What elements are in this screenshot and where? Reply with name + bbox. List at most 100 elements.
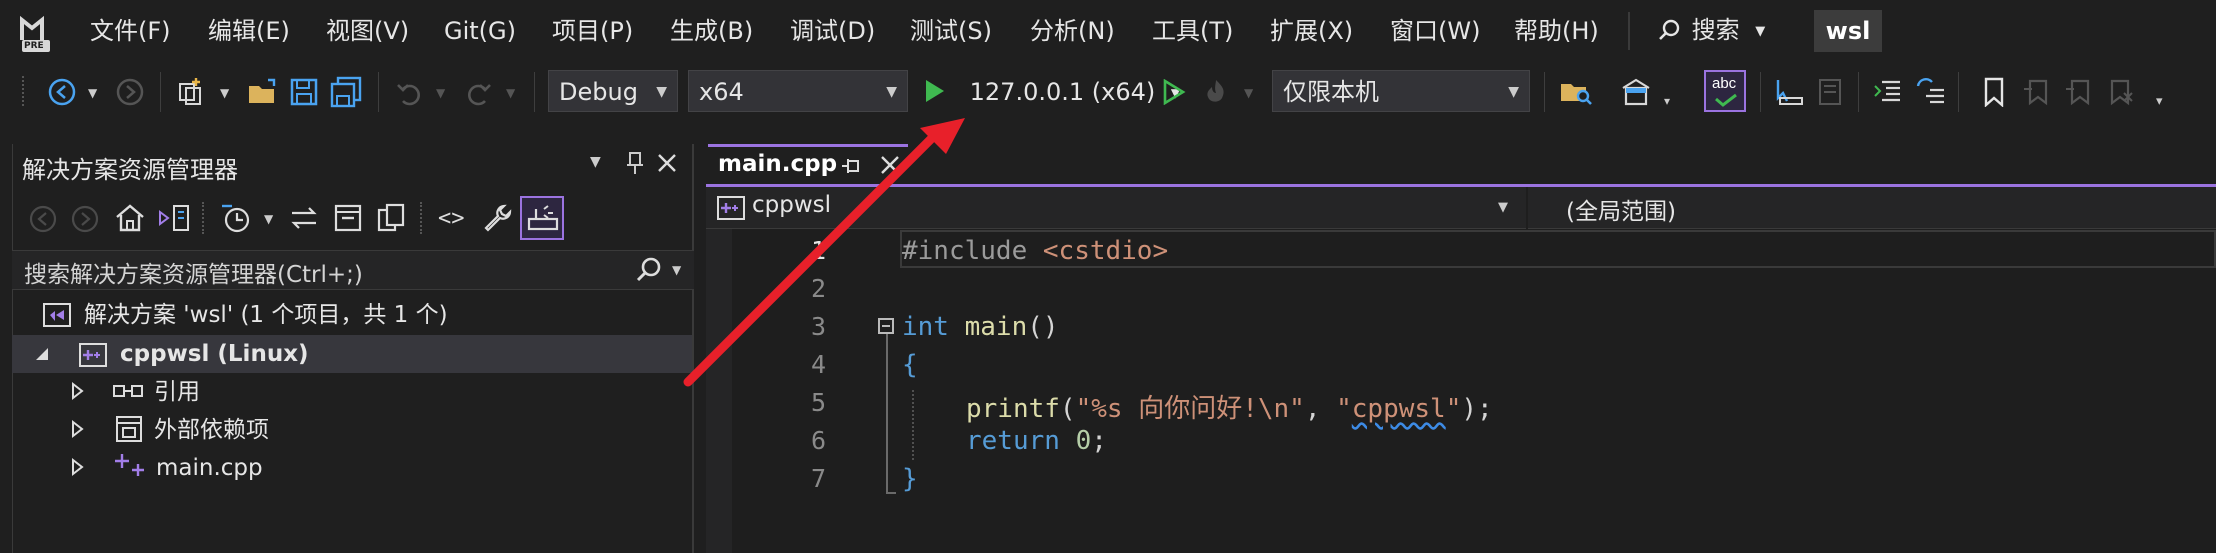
chevron-down-icon[interactable]: ▼: [506, 86, 515, 100]
menu-debug[interactable]: 调试(D): [786, 14, 879, 48]
menu-file[interactable]: 文件(F): [86, 14, 175, 48]
indent-icon[interactable]: [1912, 74, 1948, 110]
sync-with-document-icon[interactable]: [288, 202, 320, 234]
chevron-down-icon: ▼: [886, 84, 897, 100]
redo-icon[interactable]: [460, 74, 496, 110]
tab-main-cpp[interactable]: main.cpp: [708, 144, 908, 186]
code-line-6: return 0;: [966, 426, 1107, 456]
save-all-icon[interactable]: [328, 74, 364, 110]
collapsed-triangle-icon[interactable]: [70, 380, 84, 402]
open-folder-icon[interactable]: [244, 74, 280, 110]
start-without-debugging-icon[interactable]: [1156, 74, 1192, 110]
menu-tools[interactable]: 工具(T): [1148, 14, 1237, 48]
line-number: 6: [810, 426, 826, 455]
global-search-button[interactable]: 搜索 ▼: [1658, 12, 1765, 48]
solution-platform-dropdown[interactable]: x64 ▼: [688, 70, 908, 112]
preview-selected-items-toggle[interactable]: [520, 196, 564, 240]
chevron-down-icon[interactable]: ▼: [1498, 200, 1508, 215]
menu-window[interactable]: 窗口(W): [1386, 14, 1484, 48]
menu-git[interactable]: Git(G): [440, 14, 520, 48]
select-icon[interactable]: [1770, 74, 1806, 110]
start-debugging-button[interactable]: 127.0.0.1 (x64) ▼: [924, 72, 1180, 112]
menu-view[interactable]: 视图(V): [322, 14, 413, 48]
chevron-down-icon[interactable]: ▼: [672, 263, 681, 277]
navigate-back-icon[interactable]: [44, 74, 80, 110]
view-code-icon[interactable]: <>: [438, 206, 465, 231]
solution-name-badge[interactable]: wsl: [1814, 10, 1882, 52]
menu-edit[interactable]: 编辑(E): [204, 14, 294, 48]
panel-menu-chevron-icon[interactable]: ▼: [590, 154, 601, 170]
project-icon: [78, 340, 108, 370]
chevron-down-icon[interactable]: ▼: [264, 212, 273, 226]
toolbar-separator: [1760, 72, 1761, 112]
menu-help[interactable]: 帮助(H): [1510, 14, 1603, 48]
outdent-icon[interactable]: [1870, 74, 1906, 110]
menu-analyze[interactable]: 分析(N): [1026, 14, 1119, 48]
toolbar-separator: [534, 72, 535, 112]
tree-solution-label[interactable]: 解决方案 'wsl' (1 个项目，共 1 个): [84, 296, 448, 334]
comment-icon[interactable]: [1812, 74, 1848, 110]
menu-build[interactable]: 生成(B): [666, 14, 757, 48]
code-line-3: int main(): [902, 312, 1059, 342]
collapsed-triangle-icon[interactable]: [70, 456, 84, 478]
close-icon[interactable]: [656, 152, 678, 174]
new-project-icon[interactable]: [174, 74, 210, 110]
forward-icon[interactable]: [70, 204, 100, 234]
menu-test[interactable]: 测试(S): [906, 14, 996, 48]
toolbar-overflow-icon[interactable]: ▾: [2156, 94, 2163, 109]
find-in-files-icon[interactable]: [1558, 74, 1594, 110]
tree-row-selected[interactable]: [12, 335, 692, 373]
search-placeholder: 搜索解决方案资源管理器(Ctrl+;): [24, 262, 363, 288]
overflow-chevron-icon[interactable]: ▾: [1664, 94, 1670, 108]
expanded-triangle-icon[interactable]: [32, 342, 50, 364]
parens: (): [1027, 312, 1059, 342]
clear-bookmarks-icon[interactable]: [2102, 74, 2138, 110]
spell-check-toggle[interactable]: abc: [1704, 70, 1746, 112]
switch-views-icon[interactable]: [156, 202, 190, 234]
back-icon[interactable]: [28, 204, 58, 234]
properties-wrench-icon[interactable]: [482, 202, 514, 234]
save-icon[interactable]: [286, 74, 322, 110]
collapsed-triangle-icon[interactable]: [70, 418, 84, 440]
tree-main-cpp-label[interactable]: main.cpp: [156, 449, 263, 487]
keyword: return: [966, 426, 1060, 456]
menu-extensions[interactable]: 扩展(X): [1266, 14, 1357, 48]
toolbar-separator: [1858, 72, 1859, 112]
comma: ,: [1304, 394, 1337, 424]
project-dropdown[interactable]: cppwsl: [752, 192, 831, 218]
format-string: "%s 向你问好!\n": [1075, 394, 1305, 424]
chevron-down-icon[interactable]: ▼: [88, 86, 97, 100]
search-icon[interactable]: [636, 256, 664, 284]
tree-references-label[interactable]: 引用: [154, 373, 200, 411]
chevron-down-icon[interactable]: ▼: [220, 86, 229, 100]
show-all-files-icon[interactable]: [376, 202, 408, 234]
hot-reload-icon[interactable]: [1198, 74, 1234, 110]
tree-external-deps-label[interactable]: 外部依赖项: [154, 411, 269, 449]
close-tab-icon[interactable]: [880, 155, 900, 179]
next-bookmark-icon[interactable]: [2060, 74, 2096, 110]
solution-configuration-dropdown[interactable]: Debug ▼: [548, 70, 678, 112]
collapse-outline-icon[interactable]: [878, 318, 894, 334]
undo-icon[interactable]: [392, 74, 428, 110]
editor-margin: [706, 229, 732, 553]
bookmark-icon[interactable]: [1976, 74, 2012, 110]
toolbar-grip[interactable]: [22, 76, 28, 106]
chevron-down-icon[interactable]: ▼: [1244, 86, 1253, 100]
pin-tab-icon[interactable]: [840, 155, 862, 181]
home-icon[interactable]: [114, 202, 146, 234]
scope-dropdown[interactable]: (全局范围): [1566, 192, 1676, 226]
menu-project[interactable]: 项目(P): [548, 14, 637, 48]
navigate-forward-icon[interactable]: [112, 74, 148, 110]
startup-scope-dropdown[interactable]: 仅限本机 ▼: [1272, 70, 1530, 112]
tree-project-label[interactable]: cppwsl (Linux): [120, 335, 309, 373]
cpp-file-icon: [114, 452, 148, 482]
previous-bookmark-icon[interactable]: [2018, 74, 2054, 110]
chevron-down-icon: ▼: [1755, 24, 1766, 39]
close-brace: }: [902, 464, 918, 494]
pending-changes-filter-icon[interactable]: [220, 202, 252, 234]
chevron-down-icon[interactable]: ▼: [436, 86, 445, 100]
function-name: main: [964, 312, 1028, 342]
window-layout-icon[interactable]: [1618, 74, 1654, 110]
pin-icon[interactable]: [624, 150, 646, 176]
collapse-all-icon[interactable]: [332, 202, 364, 234]
